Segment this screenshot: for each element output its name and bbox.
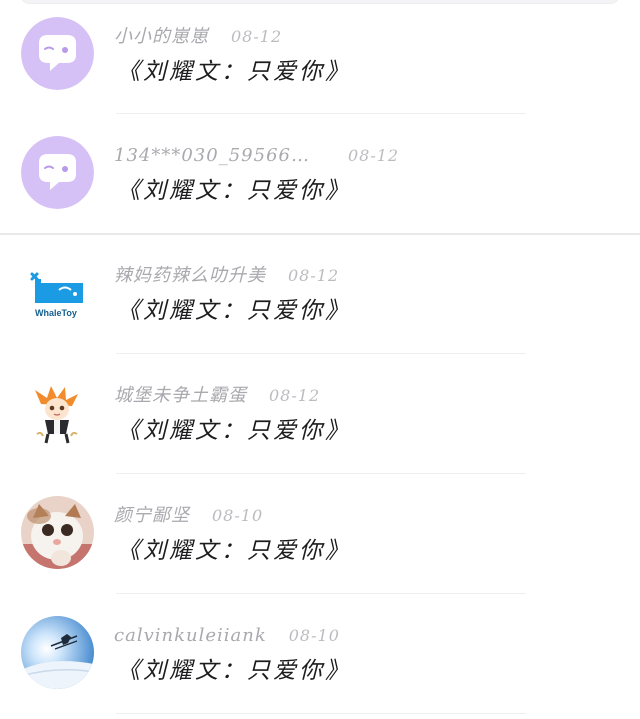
avatar[interactable]: WhaleToy	[21, 256, 94, 329]
comment-item[interactable]: WhaleToy 辣妈药辣么叻升美 08-12 《刘耀文：只爱你》	[0, 239, 640, 359]
anime-character-icon	[21, 376, 94, 449]
comment-date: 08-12	[231, 27, 283, 46]
whaletoy-logo-text: WhaleToy	[35, 308, 77, 318]
comment-meta: 颜宁鄙坚 08-10	[114, 503, 263, 529]
avatar[interactable]	[21, 136, 94, 209]
comment-meta: 城堡未争土霸蛋 08-12	[114, 383, 320, 409]
divider	[116, 353, 526, 354]
comment-text: 《刘耀文：只爱你》	[117, 538, 351, 564]
comment-meta: 134***030_59566… 08-12	[114, 143, 399, 169]
divider	[116, 473, 526, 474]
comment-meta: 小小的崽崽 08-12	[114, 24, 282, 50]
avatar[interactable]	[21, 17, 94, 90]
comment-date: 08-12	[347, 146, 400, 165]
avatar[interactable]	[21, 496, 94, 569]
username[interactable]: 小小的崽崽	[114, 26, 209, 47]
username[interactable]: 城堡未争土霸蛋	[114, 385, 247, 406]
avatar[interactable]	[21, 376, 94, 449]
skier-photo-icon	[21, 616, 94, 689]
comment-date: 08-10	[288, 626, 340, 645]
comment-meta: calvinkuleiiank 08-10	[114, 623, 340, 649]
comment-date: 08-12	[288, 266, 340, 285]
chat-bubble-avatar-icon	[21, 17, 94, 90]
comment-text: 《刘耀文：只爱你》	[117, 178, 351, 204]
comment-date: 08-12	[269, 386, 321, 405]
avatar[interactable]	[21, 616, 94, 689]
comment-item[interactable]: 134***030_59566… 08-12 《刘耀文：只爱你》	[0, 119, 640, 239]
comment-item[interactable]: calvinkuleiiank 08-10 《刘耀文：只爱你》	[0, 599, 640, 719]
comment-text: 《刘耀文：只爱你》	[117, 298, 351, 324]
comment-date: 08-10	[212, 506, 264, 525]
divider	[116, 593, 526, 594]
divider	[116, 713, 526, 714]
divider	[0, 233, 640, 235]
comment-text: 《刘耀文：只爱你》	[117, 59, 351, 85]
comment-item[interactable]: 小小的崽崽 08-12 《刘耀文：只爱你》	[0, 0, 640, 120]
username[interactable]: 134***030_59566…	[114, 145, 310, 166]
comment-text: 《刘耀文：只爱你》	[117, 418, 351, 444]
divider	[116, 113, 526, 114]
username[interactable]: 辣妈药辣么叻升美	[114, 265, 266, 286]
comment-item[interactable]: 颜宁鄙坚 08-10 《刘耀文：只爱你》	[0, 479, 640, 599]
username[interactable]: 颜宁鄙坚	[114, 505, 190, 526]
whaletoy-logo-icon	[21, 256, 94, 329]
username[interactable]: calvinkuleiiank	[114, 625, 267, 646]
comment-item[interactable]: 城堡未争土霸蛋 08-12 《刘耀文：只爱你》	[0, 359, 640, 479]
chat-bubble-avatar-icon	[21, 136, 94, 209]
comment-meta: 辣妈药辣么叻升美 08-12	[114, 263, 339, 289]
cat-photo-icon	[21, 496, 94, 569]
comment-text: 《刘耀文：只爱你》	[117, 658, 351, 684]
comment-list: 小小的崽崽 08-12 《刘耀文：只爱你》 134***030_59566… 08-…	[0, 0, 640, 719]
